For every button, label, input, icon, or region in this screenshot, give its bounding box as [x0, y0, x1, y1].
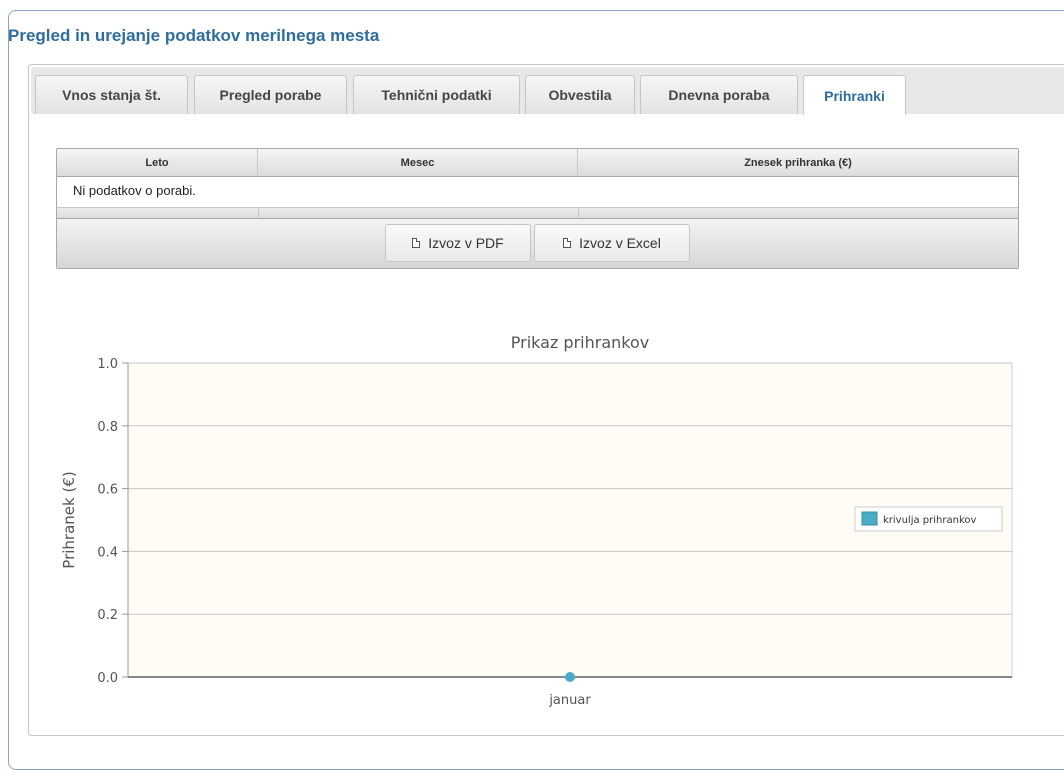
tab-vnos-stanja[interactable]: Vnos stanja št. — [35, 75, 188, 114]
y-tick-label: 1.0 — [97, 357, 118, 372]
savings-grid: Leto Mesec Znesek prihranka (€) Ni podat… — [56, 148, 1019, 269]
grid-toolbar: Izvoz v PDF Izvoz v Excel — [57, 219, 1018, 268]
column-header-leto[interactable]: Leto — [57, 149, 258, 176]
export-excel-button[interactable]: Izvoz v Excel — [534, 224, 690, 262]
column-header-znesek[interactable]: Znesek prihranka (€) — [578, 149, 1018, 176]
grid-header: Leto Mesec Znesek prihranka (€) — [57, 149, 1018, 177]
y-tick-label: 0.6 — [97, 483, 118, 498]
tab-tehnicni-podatki[interactable]: Tehnični podatki — [353, 75, 520, 114]
legend-swatch — [861, 511, 878, 526]
chart-title: Prikaz prihrankov — [511, 333, 649, 352]
empty-message: Ni podatkov o porabi. — [73, 183, 196, 198]
grid-footer-row — [57, 207, 1018, 219]
tab-obvestila[interactable]: Obvestila — [525, 75, 635, 114]
export-excel-label: Izvoz v Excel — [579, 235, 661, 251]
y-tick-label: 0.2 — [97, 608, 118, 623]
export-pdf-label: Izvoz v PDF — [428, 235, 504, 251]
export-pdf-button[interactable]: Izvoz v PDF — [385, 224, 531, 262]
column-header-mesec[interactable]: Mesec — [258, 149, 578, 176]
savings-chart: 0.0 0.2 0.4 0.6 0.8 1.0 Prikaz prihrankov Prihr… — [60, 333, 1013, 708]
y-axis-label: Prihranek (€) — [60, 471, 78, 568]
data-point[interactable] — [565, 672, 575, 682]
x-tick-label: januar — [548, 693, 591, 708]
tabs-header: Vnos stanja št. Pregled porabe Tehnični … — [31, 67, 1064, 115]
y-tick-label: 0.0 — [97, 671, 118, 686]
document-icon — [563, 238, 572, 248]
tab-prihranki[interactable]: Prihranki — [803, 75, 906, 115]
panel-title: Pregled in urejanje podatkov merilnega m… — [8, 26, 380, 45]
y-tick-label: 0.8 — [97, 420, 118, 435]
document-icon — [412, 238, 421, 248]
tab-pregled-porabe[interactable]: Pregled porabe — [194, 75, 347, 114]
y-tick-label: 0.4 — [97, 545, 118, 560]
legend-label: krivulja prihrankov — [883, 515, 977, 526]
tab-dnevna-poraba[interactable]: Dnevna poraba — [640, 75, 798, 114]
